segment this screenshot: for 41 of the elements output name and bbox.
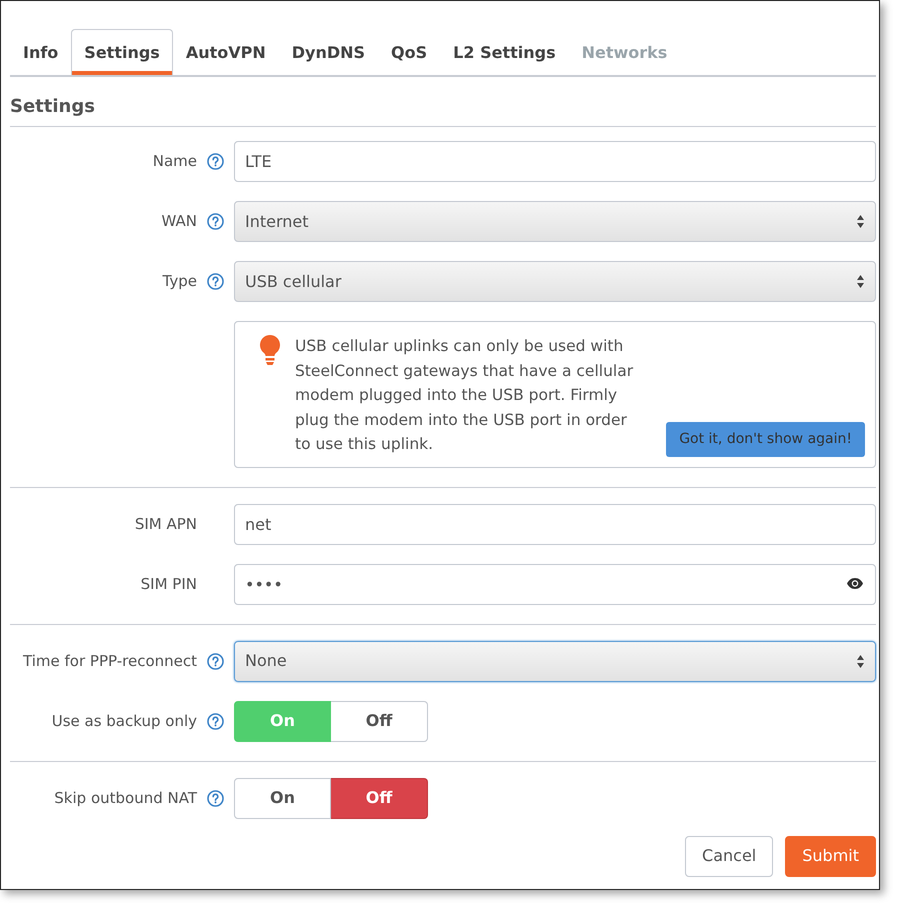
field-label: WAN bbox=[162, 211, 197, 232]
field-label: SIM PIN bbox=[140, 574, 197, 595]
dropdown-value: None bbox=[245, 650, 287, 672]
notice-text: USB cellular uplinks can only be used with SteelConnect gateways that have a cellular modem plugged into the USB port. Firmly plug the modem into the USB port in order to use this uplink. bbox=[295, 336, 634, 455]
help-icon[interactable] bbox=[207, 273, 224, 290]
toggle-option[interactable]: Off bbox=[331, 778, 428, 818]
tab[interactable]: L2 Settings bbox=[440, 28, 569, 75]
dropdown[interactable]: Internet bbox=[234, 201, 876, 242]
field-label: Type bbox=[162, 271, 197, 292]
help-icon[interactable] bbox=[207, 712, 224, 730]
dropdown-value: Internet bbox=[245, 210, 309, 232]
toggle-option[interactable]: On bbox=[234, 778, 331, 818]
field-label: Name bbox=[152, 151, 197, 172]
tab[interactable]: Info bbox=[10, 28, 72, 75]
dropdown-arrows-icon bbox=[856, 274, 865, 289]
dismiss-button[interactable]: Got it, don't show again! bbox=[666, 422, 865, 456]
dropdown-value: USB cellular bbox=[245, 270, 342, 292]
section-title: Settings bbox=[10, 77, 876, 127]
help-icon[interactable] bbox=[207, 652, 224, 670]
input-field[interactable]: net bbox=[234, 504, 876, 544]
tab[interactable]: Settings bbox=[71, 28, 173, 75]
field-label: Use as backup only bbox=[52, 710, 197, 732]
help-icon[interactable] bbox=[207, 153, 224, 170]
tab[interactable]: DynDNS bbox=[278, 28, 378, 75]
toggle-option[interactable]: Off bbox=[331, 700, 428, 742]
dropdown[interactable]: None bbox=[234, 640, 876, 682]
dropdown[interactable]: USB cellular bbox=[234, 261, 876, 302]
field-label: Skip outbound NAT bbox=[54, 788, 197, 809]
dropdown-arrows-icon bbox=[856, 214, 865, 229]
help-icon[interactable] bbox=[207, 213, 224, 230]
help-icon[interactable] bbox=[207, 790, 224, 806]
field-label: SIM APN bbox=[134, 514, 197, 535]
lightbulb-icon bbox=[259, 334, 281, 368]
tab[interactable]: QoS bbox=[378, 28, 440, 75]
field-label: Time for PPP-reconnect bbox=[23, 650, 197, 672]
pin-field[interactable]: •••• bbox=[234, 564, 876, 604]
cancel-button[interactable]: Cancel bbox=[685, 836, 774, 876]
tab[interactable]: AutoVPN bbox=[172, 28, 279, 75]
eye-icon[interactable] bbox=[846, 576, 864, 590]
input-field[interactable]: LTE bbox=[234, 141, 876, 182]
dropdown-arrows-icon bbox=[856, 654, 865, 668]
